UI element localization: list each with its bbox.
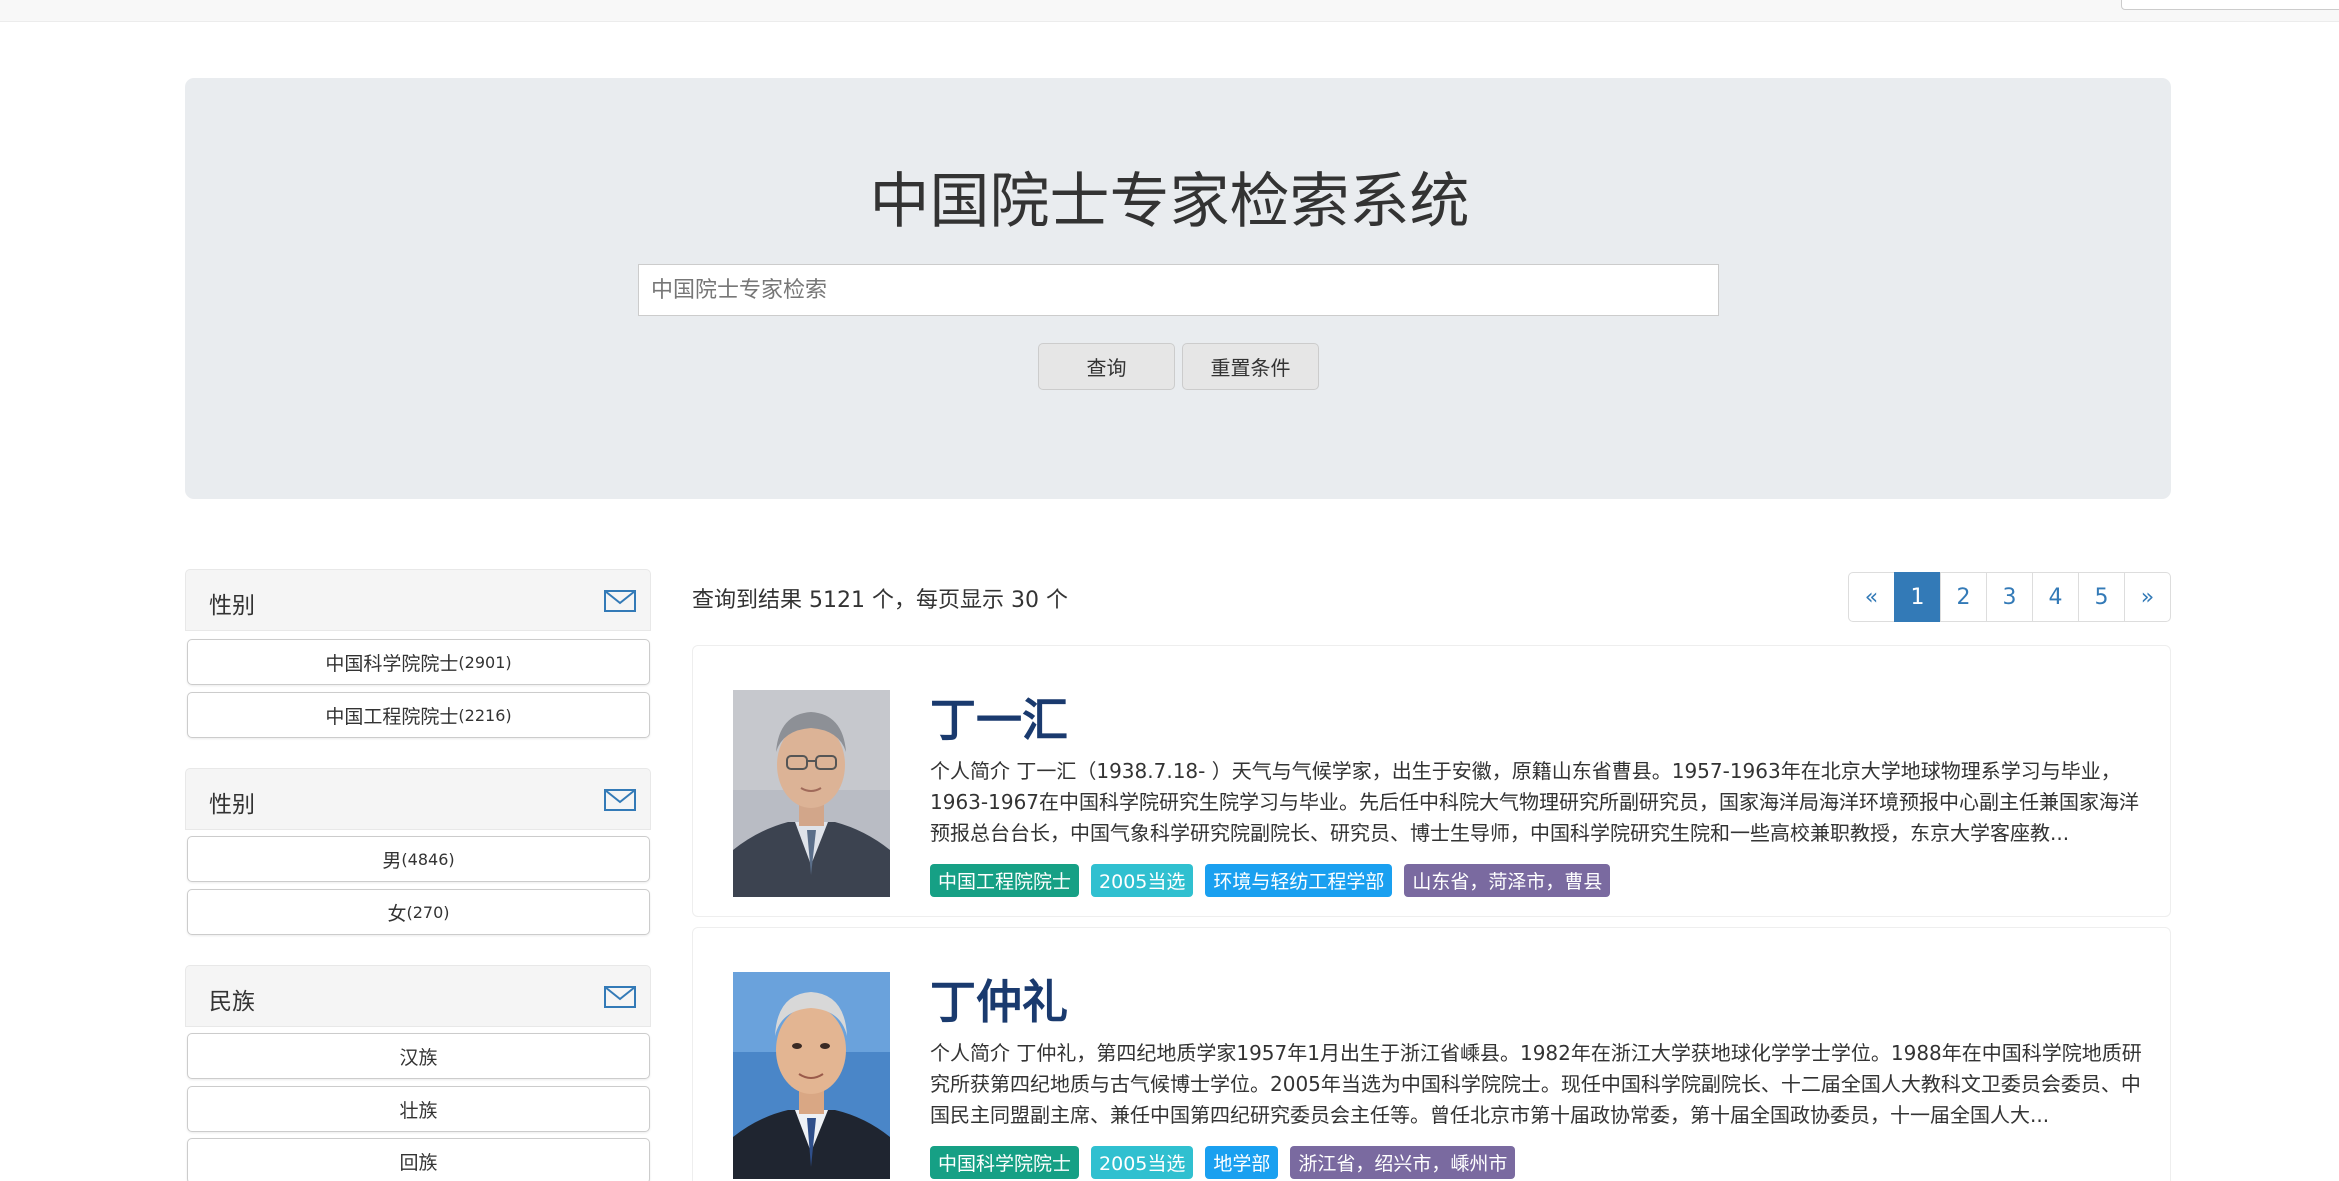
tag-academy: 中国科学院院士: [930, 1146, 1080, 1179]
search-input[interactable]: [638, 264, 1719, 316]
page-1[interactable]: 1: [1894, 572, 1941, 622]
person-bio: 个人简介 丁一汇（1938.7.18- ）天气与气候学家，出生于安徽，原籍山东省…: [930, 759, 2140, 845]
envelope-icon[interactable]: [604, 590, 636, 612]
facet-title: 性别: [209, 792, 255, 818]
tag-list: 中国工程院院士 2005当选 环境与轻纺工程学部 山东省，菏泽市，曹县: [930, 864, 1622, 897]
tag-department: 地学部: [1205, 1146, 1279, 1179]
facet-item-han[interactable]: 汉族: [187, 1033, 650, 1079]
facet-title: 性别: [209, 593, 255, 619]
navbar-search-input[interactable]: [2121, 0, 2339, 10]
reset-button[interactable]: 重置条件: [1182, 343, 1319, 390]
facet-item-zhuang[interactable]: 壮族: [187, 1086, 650, 1132]
facet-header-gender[interactable]: 性别: [185, 768, 651, 830]
person-name[interactable]: 丁一汇: [930, 684, 1068, 750]
facet-item-female[interactable]: 女 (270): [187, 889, 650, 935]
tag-region: 浙江省，绍兴市，嵊州市: [1290, 1146, 1516, 1179]
page-4[interactable]: 4: [2032, 572, 2079, 622]
portrait-photo: [733, 690, 890, 897]
tag-academy: 中国工程院院士: [930, 864, 1080, 897]
page-next[interactable]: »: [2124, 572, 2171, 622]
facet-header-academy[interactable]: 性别: [185, 569, 651, 631]
facet-header-ethnicity[interactable]: 民族: [185, 965, 651, 1027]
page-prev[interactable]: «: [1848, 572, 1895, 622]
tag-list: 中国科学院院士 2005当选 地学部 浙江省，绍兴市，嵊州市: [930, 1146, 1527, 1179]
envelope-icon[interactable]: [604, 986, 636, 1008]
tag-year: 2005当选: [1091, 864, 1194, 897]
result-card[interactable]: 丁仲礼 个人简介 丁仲礼，第四纪地质学家1957年1月出生于浙江省嵊县。1982…: [692, 927, 2171, 1181]
top-navbar: [0, 0, 2339, 22]
query-button[interactable]: 查询: [1038, 343, 1175, 390]
tag-year: 2005当选: [1091, 1146, 1194, 1179]
page-3[interactable]: 3: [1986, 572, 2033, 622]
page-title: 中国院士专家检索系统: [869, 167, 1470, 237]
tag-department: 环境与轻纺工程学部: [1205, 864, 1393, 897]
facet-item-male[interactable]: 男 (4846): [187, 836, 650, 882]
facet-item-cae[interactable]: 中国工程院院士 (2216): [187, 692, 650, 738]
page-5[interactable]: 5: [2078, 572, 2125, 622]
envelope-icon[interactable]: [604, 789, 636, 811]
facet-item-cas[interactable]: 中国科学院院士 (2901): [187, 639, 650, 685]
person-name[interactable]: 丁仲礼: [930, 966, 1068, 1032]
result-summary: 查询到结果 5121 个，每页显示 30 个: [692, 588, 1068, 613]
person-bio: 个人简介 丁仲礼，第四纪地质学家1957年1月出生于浙江省嵊县。1982年在浙江…: [930, 1041, 2142, 1127]
facet-item-hui[interactable]: 回族: [187, 1138, 650, 1181]
result-card[interactable]: 丁一汇 个人简介 丁一汇（1938.7.18- ）天气与气候学家，出生于安徽，原…: [692, 645, 2171, 917]
facet-title: 民族: [209, 989, 255, 1015]
page-2[interactable]: 2: [1940, 572, 1987, 622]
portrait-photo: [733, 972, 890, 1179]
pagination: « 1 2 3 4 5 »: [1848, 572, 2171, 622]
tag-region: 山东省，菏泽市，曹县: [1404, 864, 1611, 897]
